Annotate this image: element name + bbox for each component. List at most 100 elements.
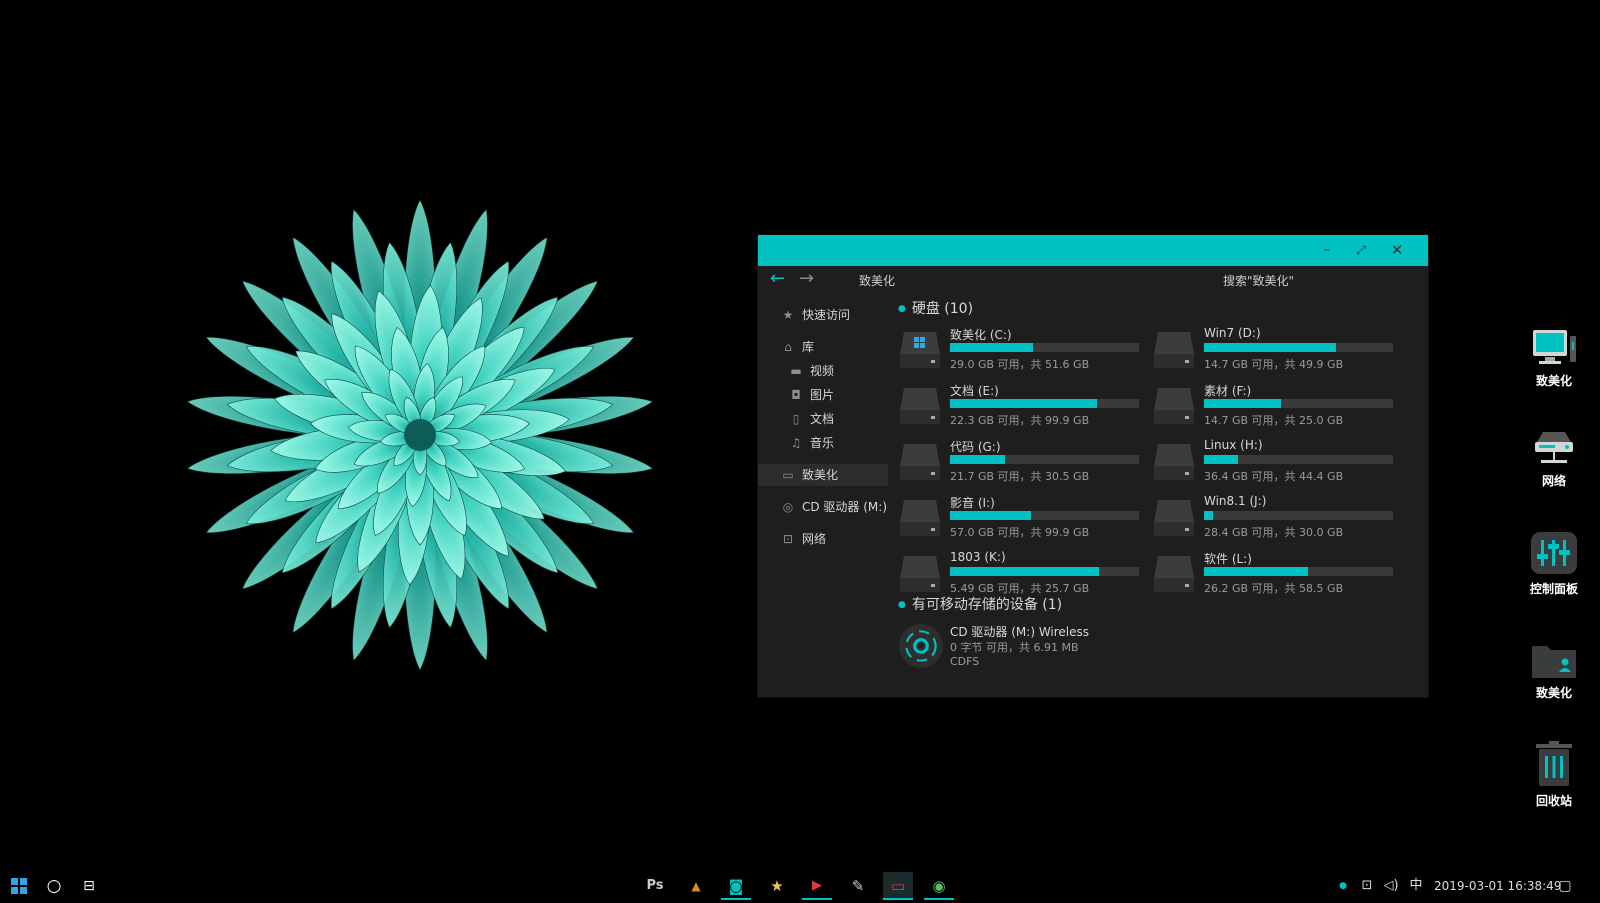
system-drive-icon [900,332,940,368]
drive-item[interactable]: 文档 (E:) 22.3 GB 可用，共 99.9 GB [898,382,1143,432]
drive-usage-fill [950,343,1034,352]
taskbar-app-camera[interactable]: ◙ [721,872,751,900]
hard-drive-icon [900,444,940,480]
start-button[interactable] [4,872,34,900]
file-explorer-window[interactable]: – ⤢ ✕ ← → 致美化 搜索"致美化" ★ 快速访问 ⌂ 库 ▬ 视频 ◘ … [758,235,1428,697]
drive-name: 代码 (G:) [950,440,1001,454]
home-icon: ⌂ [784,340,792,354]
address-bar[interactable]: 致美化 [859,272,895,289]
drive-usage-bar [950,343,1139,352]
taskbar-app-notepad[interactable]: ✎ [843,872,873,900]
cd-drive-item[interactable]: CD 驱动器 (M:) Wireless 0 字节 可用，共 6.91 MB C… [898,623,1198,675]
drive-usage-bar [950,567,1139,576]
desktop-icon-recycle-bin[interactable]: 回收站 [1518,740,1590,809]
search-circle-icon[interactable]: ○ [39,872,69,900]
network-icon [1535,432,1573,463]
control-panel-icon [1531,532,1577,574]
ime-indicator[interactable]: 中 [1406,872,1426,900]
video-icon: ▬ [790,364,802,378]
computer-icon [1533,330,1576,364]
maximize-button[interactable]: ⤢ [1344,235,1378,266]
drive-usage-fill [950,455,1005,464]
hard-drive-icon [1154,332,1194,368]
notification-center-icon[interactable]: ▢ [1552,872,1578,900]
sidebar-item-cd-drive[interactable]: ◎ CD 驱动器 (M:) [758,496,888,518]
section-header-removable[interactable]: ● 有可移动存储的设备 (1) [898,594,1062,614]
windows-logo-icon [11,878,27,894]
monitor-icon: ▭ [782,468,794,482]
back-arrow-icon[interactable]: ← [770,269,785,289]
drive-usage-bar [1204,455,1393,464]
forward-arrow-icon[interactable]: → [799,269,814,289]
disc-icon: ◎ [782,500,794,514]
sidebar-item-label: 快速访问 [802,308,851,322]
taskbar-app-video-player[interactable]: ▶ [802,872,832,900]
sidebar-item-videos[interactable]: ▬ 视频 [758,360,888,382]
drive-item[interactable]: 素材 (F:) 14.7 GB 可用，共 25.0 GB [1152,382,1397,432]
task-view-icon[interactable]: ⊟ [74,872,104,900]
taskbar-app-display[interactable]: ▭ [883,872,913,900]
hard-drive-icon [1154,500,1194,536]
sidebar-item-label: 音乐 [810,436,835,450]
hard-drive-icon [1154,556,1194,592]
drive-name: Win8.1 (J:) [1204,494,1267,508]
desktop: – ⤢ ✕ ← → 致美化 搜索"致美化" ★ 快速访问 ⌂ 库 ▬ 视频 ◘ … [0,0,1600,900]
section-header-drives[interactable]: ● 硬盘 (10) [898,298,973,318]
desktop-icon-control-panel[interactable]: 控制面板 [1518,530,1590,597]
drive-item[interactable]: 1803 (K:) 5.49 GB 可用，共 25.7 GB [898,550,1143,600]
desktop-icon-computer[interactable]: 致美化 [1518,328,1590,389]
sidebar-item-quick-access[interactable]: ★ 快速访问 [758,304,888,326]
tray-overflow-icon[interactable]: ● [1336,872,1350,900]
drive-item[interactable]: 致美化 (C:) 29.0 GB 可用，共 51.6 GB [898,326,1143,376]
drive-item[interactable]: Linux (H:) 36.4 GB 可用，共 44.4 GB [1152,438,1397,488]
drive-free-space: 22.3 GB 可用，共 99.9 GB [950,414,1090,427]
clock[interactable]: 2019-03-01 16:38:49 [1434,872,1561,900]
taskbar-app-chrome[interactable]: ◉ [924,872,954,900]
sidebar-item-library[interactable]: ⌂ 库 [758,336,888,358]
desktop-icon-user-folder[interactable]: 致美化 [1518,640,1590,701]
sidebar-item-this-pc[interactable]: ▭ 致美化 [758,464,888,486]
drive-usage-fill [1204,343,1337,352]
taskbar-app-vlc[interactable]: ▲ [681,872,711,900]
drive-usage-fill [1204,511,1214,520]
desktop-icon-network[interactable]: 网络 [1518,428,1590,489]
recycle-bin-icon [1536,741,1572,786]
drive-free-space: 26.2 GB 可用，共 58.5 GB [1204,582,1344,595]
drive-usage-bar [950,455,1139,464]
music-note-icon: ♫ [790,436,802,450]
minimize-button[interactable]: – [1310,235,1344,266]
sidebar-item-music[interactable]: ♫ 音乐 [758,432,888,454]
sidebar-item-label: 致美化 [802,468,839,482]
drive-usage-bar [950,511,1139,520]
network-status-icon[interactable]: ⊡ [1356,872,1378,900]
drive-item[interactable]: Win7 (D:) 14.7 GB 可用，共 49.9 GB [1152,326,1397,376]
drive-item[interactable]: 影音 (I:) 57.0 GB 可用，共 99.9 GB [898,494,1143,544]
sidebar-item-documents[interactable]: ▯ 文档 [758,408,888,430]
drive-name: 1803 (K:) [950,550,1006,564]
window-titlebar[interactable]: – ⤢ ✕ [758,235,1428,266]
sidebar-item-label: 文档 [810,412,835,426]
taskbar-app-photoshop[interactable]: Ps [640,872,670,900]
drive-usage-fill [950,399,1098,408]
sidebar-item-network[interactable]: ⊡ 网络 [758,528,888,550]
search-input[interactable]: 搜索"致美化" [1223,272,1294,289]
star-icon: ★ [782,308,794,322]
taskbar-app-favorites[interactable]: ★ [762,872,792,900]
drive-item[interactable]: 代码 (G:) 21.7 GB 可用，共 30.5 GB [898,438,1143,488]
sidebar-item-label: 图片 [810,388,835,402]
drive-usage-fill [1204,399,1282,408]
sidebar-item-pictures[interactable]: ◘ 图片 [758,384,888,406]
drive-usage-fill [950,567,1100,576]
drive-item[interactable]: Win8.1 (J:) 28.4 GB 可用，共 30.0 GB [1152,494,1397,544]
close-button[interactable]: ✕ [1380,235,1414,266]
drive-free-space: 21.7 GB 可用，共 30.5 GB [950,470,1090,483]
drive-free-space: 36.4 GB 可用，共 44.4 GB [1204,470,1344,483]
desktop-icon-label: 致美化 [1535,374,1572,388]
drive-item[interactable]: 软件 (L:) 26.2 GB 可用，共 58.5 GB [1152,550,1397,600]
drive-usage-bar [950,399,1139,408]
desktop-icon-label: 致美化 [1535,686,1572,700]
sidebar-item-label: 网络 [802,532,827,546]
volume-icon[interactable]: ◁) [1380,872,1402,900]
drive-usage-fill [950,511,1032,520]
drive-name: Win7 (D:) [1204,326,1261,340]
